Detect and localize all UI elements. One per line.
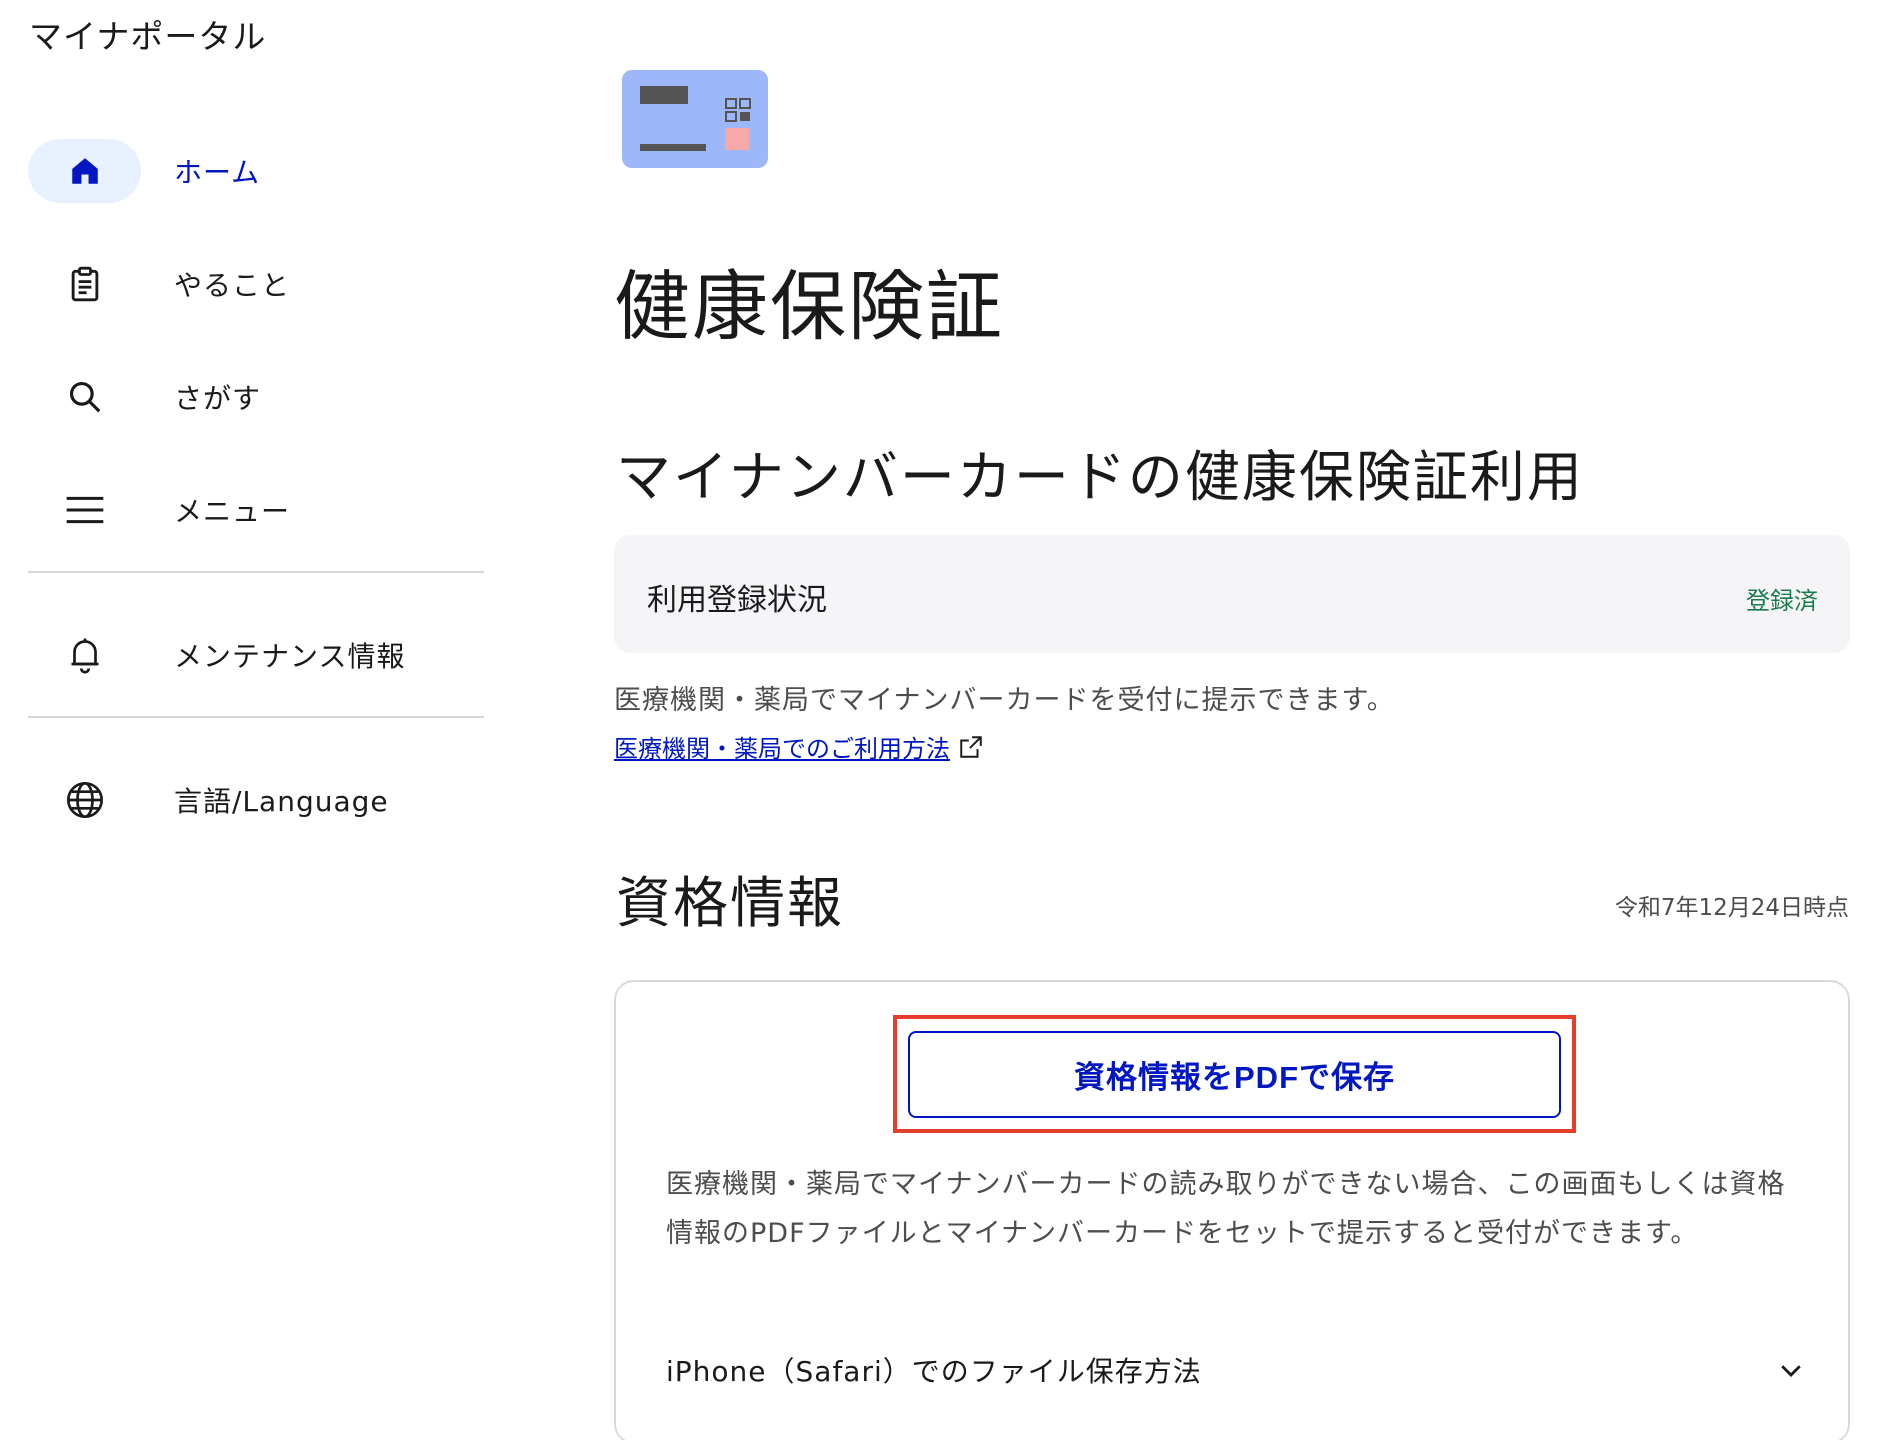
sidebar-item-menu[interactable]: メニュー <box>28 478 484 542</box>
health-card-illustration <box>622 70 768 168</box>
sidebar-item-label: やること <box>174 269 291 302</box>
section-title: マイナンバーカードの健康保険証利用 <box>616 445 1584 509</box>
save-pdf-button[interactable]: 資格情報をPDFで保存 <box>908 1031 1561 1118</box>
usage-description: 医療機関・薬局でマイナンバーカードを受付に提示できます。 <box>614 685 1395 716</box>
sidebar-item-label: メニュー <box>174 495 291 528</box>
qr-icon <box>725 98 751 122</box>
registration-status-box: 利用登録状況 登録済 <box>614 535 1850 653</box>
sidebar-item-label: さがす <box>174 382 262 415</box>
sidebar-item-todo[interactable]: やること <box>28 252 484 316</box>
menu-icon <box>28 478 141 542</box>
status-label: 利用登録状況 <box>647 583 827 618</box>
sidebar: ホーム やること さがす メニュー メンテナンス情報 言語/Language <box>28 139 484 881</box>
usage-link-label: 医療機関・薬局でのご利用方法 <box>614 735 950 763</box>
search-icon <box>28 365 141 429</box>
sidebar-item-search[interactable]: さがす <box>28 365 484 429</box>
sidebar-item-label: ホーム <box>174 156 261 189</box>
sidebar-item-label: メンテナンス情報 <box>174 640 406 673</box>
status-badge: 登録済 <box>1746 587 1818 615</box>
chevron-down-icon <box>1781 1365 1801 1377</box>
home-icon <box>28 139 141 203</box>
sidebar-divider <box>28 716 484 718</box>
external-link-icon <box>960 735 982 758</box>
sidebar-item-label: 言語/Language <box>174 785 389 818</box>
qualification-date: 令和7年12月24日時点 <box>1614 895 1849 921</box>
qualification-description: 医療機関・薬局でマイナンバーカードの読み取りができない場合、この画面もしくは資格… <box>666 1169 1786 1249</box>
qualification-title: 資格情報 <box>616 871 845 935</box>
globe-icon <box>28 768 141 832</box>
page-title: 健康保険証 <box>614 262 1004 351</box>
app-title: マイナポータル <box>29 17 267 56</box>
accordion-label: iPhone（Safari）でのファイル保存方法 <box>666 1355 1202 1388</box>
clipboard-icon <box>28 252 141 316</box>
file-save-accordion[interactable]: iPhone（Safari）でのファイル保存方法 <box>666 1346 1806 1394</box>
qualification-card: 資格情報をPDFで保存 医療機関・薬局でマイナンバーカードの読み取りができない場… <box>614 980 1850 1440</box>
sidebar-item-home[interactable]: ホーム <box>28 139 484 203</box>
bell-icon <box>28 623 141 687</box>
sidebar-divider <box>28 571 484 573</box>
sidebar-item-maintenance[interactable]: メンテナンス情報 <box>28 623 484 687</box>
sidebar-item-language[interactable]: 言語/Language <box>28 768 484 832</box>
usage-link[interactable]: 医療機関・薬局でのご利用方法 <box>614 729 984 764</box>
